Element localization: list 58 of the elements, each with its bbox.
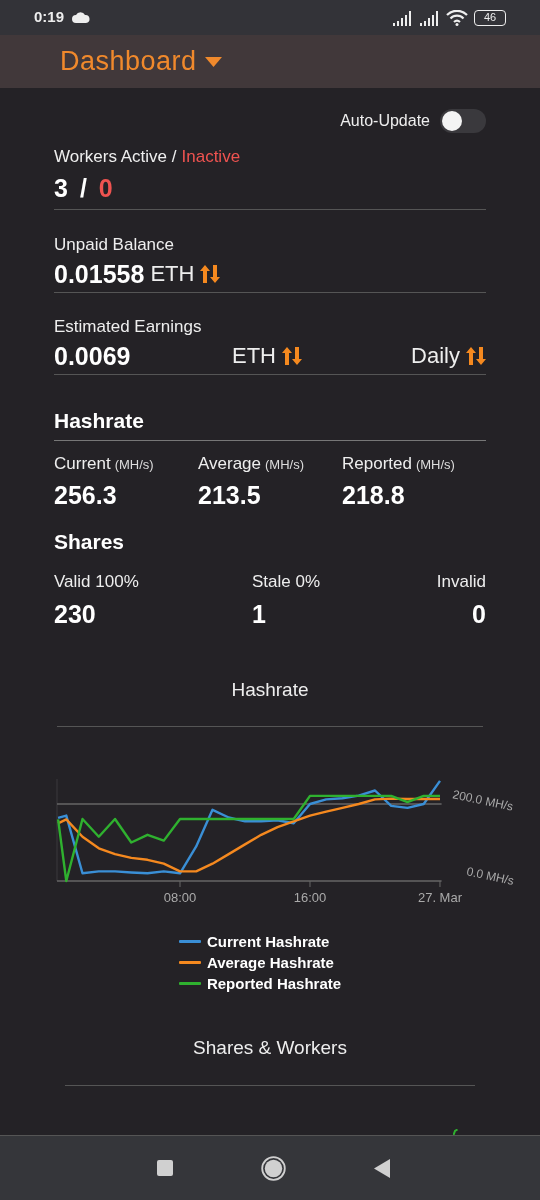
stat-label: Invalid [436, 570, 486, 593]
stat-label: Reported [342, 452, 412, 475]
stat-label: Average [198, 452, 261, 475]
home-button[interactable] [260, 1155, 286, 1181]
stat-value: 218.8 [342, 480, 406, 511]
recents-button[interactable] [156, 1160, 173, 1176]
y-tick-label: 0.0 MH/s [465, 864, 516, 888]
x-tick-label: 27. Mar [417, 890, 462, 905]
legend-label[interactable]: Reported Hashrate [206, 973, 342, 994]
y-tick-label: 200.0 MH/s [451, 787, 515, 814]
legend-line-icon [178, 982, 201, 985]
unit-text: (MH/s) [265, 455, 304, 474]
unit-text: (MH/s) [415, 455, 455, 474]
chart-title: Hashrate [231, 677, 309, 702]
battery-icon: 46 [474, 9, 506, 26]
sort-icon[interactable] [466, 345, 486, 367]
stat-label: Stale 0% [252, 570, 322, 593]
auto-update-label: Auto-Update [340, 111, 430, 131]
unpaid-balance-label: Unpaid Balance [54, 234, 176, 256]
currency-text: ETH [150, 260, 195, 288]
inactive-label: Inactive [181, 146, 241, 168]
status-time: 0:19 [34, 7, 65, 28]
stat-value: 0 [472, 598, 486, 630]
stat-value: 230 [54, 598, 97, 630]
stat-value: 256.3 [54, 480, 118, 511]
signal-icon [392, 9, 414, 26]
legend-label[interactable]: Current Hashrate [206, 931, 330, 952]
inactive-count: 0 [98, 173, 113, 204]
sort-icon[interactable] [282, 345, 302, 367]
x-tick-label: 16:00 [293, 890, 327, 905]
separator-text: / [79, 173, 87, 204]
back-button[interactable] [373, 1158, 390, 1178]
signal-icon [419, 9, 441, 26]
x-tick-label: 08:00 [163, 890, 197, 905]
chart-title: Shares & Workers [193, 1036, 347, 1060]
balance-value: 0.01558 [54, 259, 145, 290]
caret-icon [204, 56, 222, 67]
wifi-icon [446, 9, 468, 26]
active-count: 3 [54, 173, 68, 204]
period-text: Daily [411, 342, 460, 370]
legend-line-icon [178, 940, 201, 943]
stat-label: Valid 100% [54, 570, 140, 593]
legend-line-icon [178, 961, 201, 964]
chart-line-fragment [453, 1129, 458, 1135]
currency-text: ETH [232, 342, 276, 370]
legend-label[interactable]: Average Hashrate [206, 952, 334, 973]
stat-value: 1 [252, 598, 267, 630]
stat-value: 213.5 [198, 480, 262, 511]
section-title: Hashrate [54, 409, 144, 432]
estimated-earnings-label: Estimated Earnings [54, 316, 203, 338]
stat-label: Current [54, 452, 111, 475]
cloud-icon [72, 12, 91, 23]
workers-label: Workers Active / [54, 146, 177, 168]
unit-text: (MH/s) [114, 455, 154, 474]
earnings-value: 0.0069 [54, 341, 132, 372]
section-title: Shares [54, 530, 125, 553]
auto-update-toggle[interactable] [440, 109, 486, 133]
sort-icon[interactable] [200, 263, 221, 285]
